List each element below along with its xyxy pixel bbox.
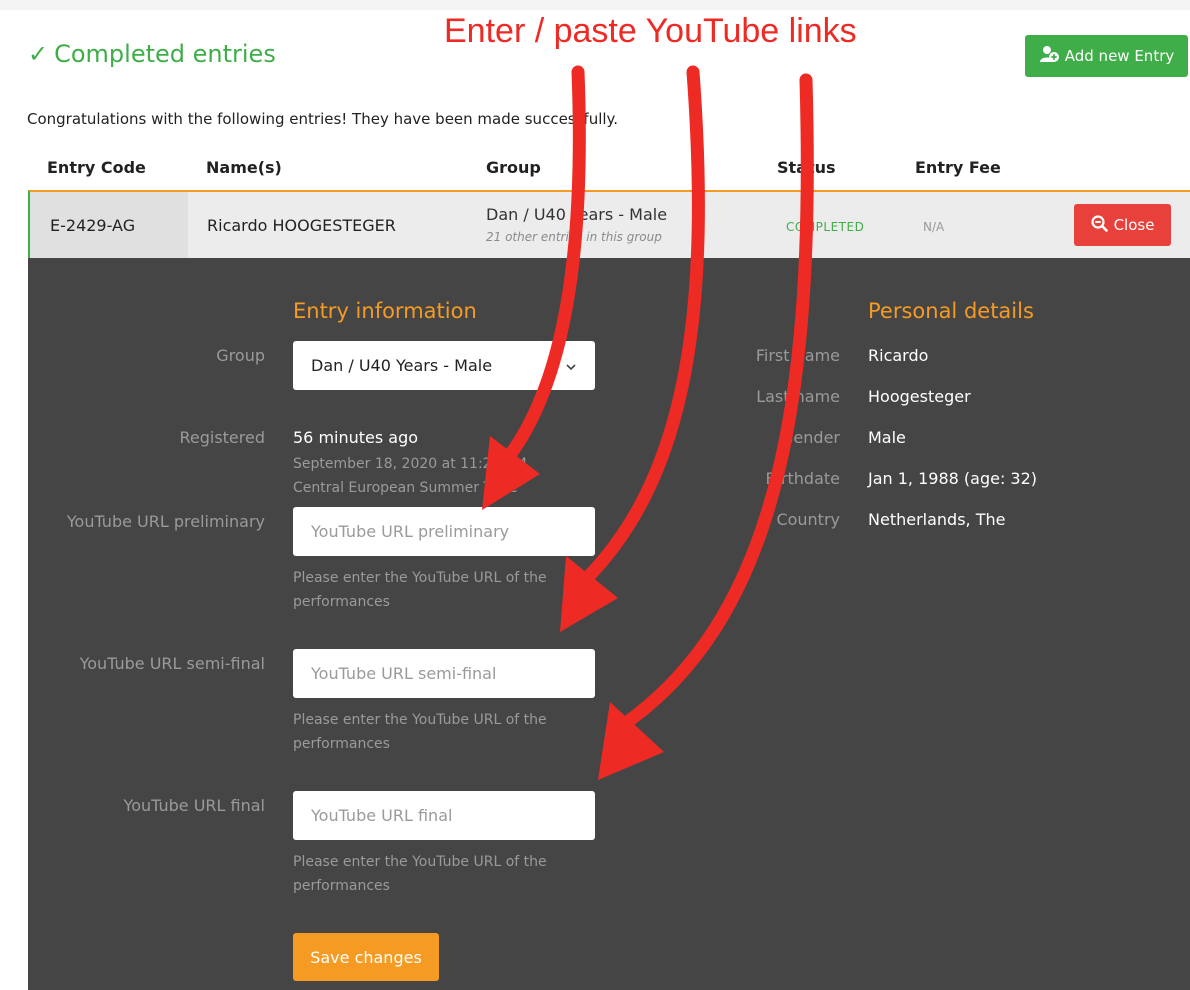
youtube-semifinal-label: YouTube URL semi-final xyxy=(79,654,265,673)
column-header-status: Status xyxy=(777,158,836,177)
page-title-text: Completed entries xyxy=(54,40,276,68)
group-select[interactable]: Dan / U40 Years - Male xyxy=(293,341,595,390)
group-select-value: Dan / U40 Years - Male xyxy=(311,356,493,375)
intro-text: Congratulations with the following entri… xyxy=(27,110,619,128)
youtube-preliminary-help-line1: Please enter the YouTube URL of the xyxy=(293,570,547,586)
entry-name: Ricardo HOOGESTEGER xyxy=(207,216,396,235)
zoom-out-icon xyxy=(1090,214,1108,236)
close-button-label: Close xyxy=(1113,216,1155,234)
first-name-label: First name xyxy=(755,346,840,365)
registered-label: Registered xyxy=(179,428,265,447)
annotation-text: Enter / paste YouTube links xyxy=(444,12,857,50)
top-strip xyxy=(0,0,1190,10)
page-title: ✓ Completed entries xyxy=(28,40,276,68)
personal-details-title: Personal details xyxy=(868,299,1034,323)
country-value: Netherlands, The xyxy=(868,510,1006,529)
registered-timezone: Central European Summer Time xyxy=(293,480,518,496)
birthdate-value: Jan 1, 1988 (age: 32) xyxy=(868,469,1038,488)
entry-row[interactable]: E-2429-AG Ricardo HOOGESTEGER Dan / U40 … xyxy=(28,190,1190,258)
status-badge: COMPLETED xyxy=(786,220,865,234)
add-new-entry-label: Add new Entry xyxy=(1064,47,1175,65)
youtube-semifinal-help-line1: Please enter the YouTube URL of the xyxy=(293,712,547,728)
entry-code-cell: E-2429-AG xyxy=(30,192,188,258)
youtube-final-input[interactable] xyxy=(293,791,595,840)
entry-details-panel: Entry information Group Dan / U40 Years … xyxy=(28,258,1190,990)
column-header-entry-fee: Entry Fee xyxy=(915,158,1001,177)
gender-label: Gender xyxy=(781,428,840,447)
add-new-entry-button[interactable]: Add new Entry xyxy=(1025,35,1188,77)
youtube-preliminary-input[interactable] xyxy=(293,507,595,556)
entry-code: E-2429-AG xyxy=(50,216,136,235)
youtube-preliminary-label: YouTube URL preliminary xyxy=(66,512,265,531)
registered-relative: 56 minutes ago xyxy=(293,428,419,447)
column-header-names: Name(s) xyxy=(206,158,282,177)
youtube-preliminary-help-line2: performances xyxy=(293,594,390,610)
column-header-group: Group xyxy=(486,158,541,177)
birthdate-label: Birthdate xyxy=(765,469,841,488)
youtube-semifinal-input[interactable] xyxy=(293,649,595,698)
entry-fee: N/A xyxy=(923,220,945,234)
entry-group: Dan / U40 Years - Male xyxy=(486,205,668,224)
youtube-semifinal-help-line2: performances xyxy=(293,736,390,752)
youtube-final-help-line1: Please enter the YouTube URL of the xyxy=(293,854,547,870)
last-name-label: Last name xyxy=(756,387,840,406)
chevron-down-icon xyxy=(565,356,577,375)
registered-date: September 18, 2020 at 11:29 AM xyxy=(293,456,527,472)
youtube-final-help-line2: performances xyxy=(293,878,390,894)
last-name-value: Hoogesteger xyxy=(868,387,971,406)
entry-information-title: Entry information xyxy=(293,299,477,323)
close-button[interactable]: Close xyxy=(1074,204,1171,246)
youtube-final-label: YouTube URL final xyxy=(123,796,265,815)
country-label: Country xyxy=(776,510,840,529)
first-name-value: Ricardo xyxy=(868,346,929,365)
group-label: Group xyxy=(216,346,265,365)
column-header-entry-code: Entry Code xyxy=(47,158,146,177)
save-changes-button[interactable]: Save changes xyxy=(293,933,439,981)
entry-group-note: 21 other entries in this group xyxy=(486,230,662,244)
gender-value: Male xyxy=(868,428,906,447)
check-icon: ✓ xyxy=(28,40,49,68)
add-user-icon xyxy=(1039,45,1059,67)
